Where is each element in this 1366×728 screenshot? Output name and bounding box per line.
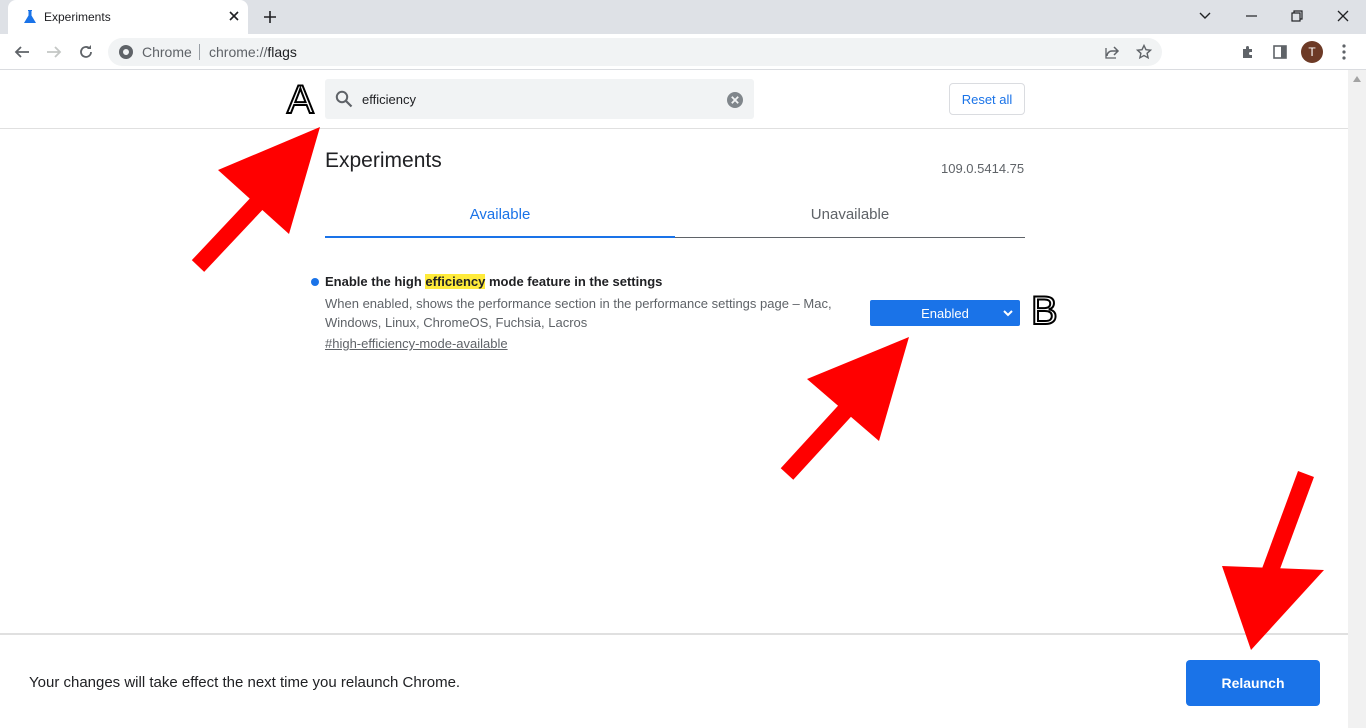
address-bar[interactable]: Chrome chrome://flags [108,38,1162,66]
side-panel-icon[interactable] [1268,40,1292,64]
experiment-state-select[interactable]: Enabled [870,300,1020,326]
extensions-puzzle-icon[interactable] [1236,40,1260,64]
red-arrow-to-select [780,337,909,480]
reset-all-button[interactable]: Reset all [949,83,1025,115]
url-text: chrome://flags [209,44,297,60]
tab-unavailable[interactable]: Unavailable [675,196,1025,238]
experiment-modified-dot [311,278,319,286]
search-value: efficiency [362,92,416,107]
site-chip: Chrome [142,44,192,60]
new-tab-plus-icon[interactable] [258,6,282,28]
selected-state: Enabled [921,305,969,321]
profile-avatar[interactable]: T [1301,41,1323,63]
browser-tab-experiments[interactable]: Experiments [8,0,248,34]
flask-icon [24,10,36,23]
red-arrow-to-relaunch [1222,471,1324,650]
tab-search-chevron-icon[interactable] [1182,0,1228,32]
experiment-name-part: mode feature in the settings [485,274,663,289]
forward-arrow-icon[interactable] [42,40,66,64]
page-title: Experiments [325,149,442,172]
flags-header: efficiency Reset all [0,70,1348,129]
experiment-name: Enable the high efficiency mode feature … [325,274,662,289]
experiment-name-part: Enable the high [325,274,426,289]
experiment-permalink[interactable]: #high-efficiency-mode-available [325,336,508,351]
relaunch-footer: Your changes will take effect the next t… [0,633,1348,728]
url-scheme: chrome:// [209,44,268,60]
bookmark-star-icon[interactable] [1132,40,1156,64]
experiment-description: When enabled, shows the performance sect… [325,296,832,330]
omnibox-divider [199,44,200,60]
window-close-icon[interactable] [1320,0,1366,32]
flags-tabs: Available Unavailable [325,196,1025,238]
kebab-menu-icon[interactable] [1332,40,1356,64]
tab-available[interactable]: Available [325,196,675,238]
url-path: flags [267,44,297,60]
search-icon [335,90,353,108]
tab-title: Experiments [44,10,111,24]
chrome-icon [119,45,133,59]
reload-icon[interactable] [74,40,98,64]
page-scrollbar[interactable] [1348,70,1366,728]
minimize-icon[interactable] [1228,0,1274,32]
browser-toolbar: Chrome chrome://flags T [0,34,1366,70]
red-arrow-to-search [191,127,320,272]
chevron-down-icon [1003,310,1013,317]
flags-search-input[interactable]: efficiency [325,79,754,119]
annotation-letter-a: A [286,78,315,122]
search-match-highlight: efficiency [425,274,486,289]
annotation-letter-b: B [1030,289,1059,333]
clear-search-icon[interactable] [726,91,744,109]
tab-strip: Experiments [0,0,1366,34]
relaunch-message: Your changes will take effect the next t… [29,674,461,691]
tab-close-icon[interactable] [226,8,242,24]
restore-icon[interactable] [1274,0,1320,32]
back-arrow-icon[interactable] [10,40,34,64]
relaunch-button[interactable]: Relaunch [1186,660,1320,706]
version-number: 109.0.5414.75 [941,161,1025,176]
share-icon[interactable] [1100,40,1124,64]
